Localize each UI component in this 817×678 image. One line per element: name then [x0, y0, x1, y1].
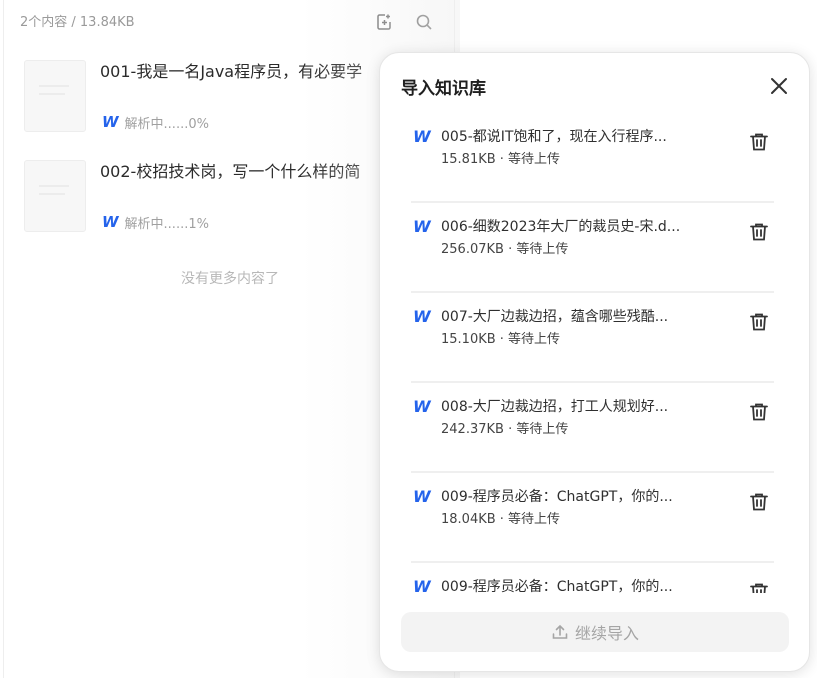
word-doc-icon: W: [413, 577, 431, 594]
file-status: W 解析中......0%: [102, 113, 209, 133]
upload-file-meta: 18.04KB · 等待上传: [441, 512, 561, 527]
upload-file-name: 005-都说IT饱和了，现在入行程序...: [441, 129, 667, 145]
upload-list[interactable]: W 005-都说IT饱和了，现在入行程序... 15.81KB · 等待上传 W…: [380, 113, 809, 593]
delete-icon[interactable]: [748, 581, 770, 593]
upload-file-meta: 15.10KB · 等待上传: [441, 332, 561, 347]
parse-progress: 解析中......1%: [124, 217, 209, 232]
close-icon[interactable]: [768, 75, 790, 97]
delete-icon[interactable]: [748, 221, 770, 243]
content-summary: 2个内容 / 13.84KB: [20, 15, 135, 30]
word-doc-icon: W: [413, 217, 431, 236]
word-doc-icon: W: [102, 113, 119, 131]
file-status: W 解析中......1%: [102, 213, 209, 233]
delete-icon[interactable]: [748, 491, 770, 513]
panel-title: 导入知识库: [401, 79, 486, 99]
upload-item: W 008-大厂边裁边招，打工人规划好... 242.37KB · 等待上传: [411, 383, 774, 473]
upload-file-name: 007-大厂边裁边招，蕴含哪些残酷...: [441, 309, 669, 325]
delete-icon[interactable]: [748, 401, 770, 423]
word-doc-icon: W: [102, 213, 119, 231]
divider: [3, 0, 4, 678]
upload-file-name: 009-程序员必备：ChatGPT，你的...: [441, 489, 673, 505]
upload-file-name: 008-大厂边裁边招，打工人规划好...: [441, 399, 669, 415]
file-thumbnail: [24, 60, 86, 132]
add-file-icon[interactable]: [374, 12, 394, 32]
delete-icon[interactable]: [748, 311, 770, 333]
search-icon[interactable]: [414, 12, 434, 32]
import-knowledge-base-panel: 导入知识库 W 005-都说IT饱和了，现在入行程序... 15.81KB · …: [379, 52, 810, 672]
upload-item: W 009-程序员必备：ChatGPT，你的... 18.04KB · 等待上传: [411, 473, 774, 563]
word-doc-icon: W: [413, 307, 431, 326]
upload-item: W 006-细数2023年大厂的裁员史-宋.d... 256.07KB · 等待…: [411, 203, 774, 293]
upload-item: W 007-大厂边裁边招，蕴含哪些残酷... 15.10KB · 等待上传: [411, 293, 774, 383]
upload-file-meta: 15.81KB · 等待上传: [441, 152, 561, 167]
delete-icon[interactable]: [748, 131, 770, 153]
upload-file-meta: 256.07KB · 等待上传: [441, 242, 569, 257]
upload-item: W 009-程序员必备：ChatGPT，你的...: [411, 563, 774, 593]
upload-icon: [552, 624, 568, 639]
parse-progress: 解析中......0%: [124, 117, 209, 132]
upload-file-meta: 242.37KB · 等待上传: [441, 422, 569, 437]
word-doc-icon: W: [413, 127, 431, 146]
word-doc-icon: W: [413, 487, 431, 506]
upload-file-name: 006-细数2023年大厂的裁员史-宋.d...: [441, 219, 681, 235]
upload-file-name: 009-程序员必备：ChatGPT，你的...: [441, 579, 673, 593]
upload-item: W 005-都说IT饱和了，现在入行程序... 15.81KB · 等待上传: [411, 113, 774, 203]
file-thumbnail: [24, 160, 86, 232]
continue-import-label: 继续导入: [574, 624, 639, 643]
continue-import-button[interactable]: 继续导入: [401, 612, 789, 652]
file-title: 002-校招技术岗，写一个什么样的简: [100, 162, 361, 181]
file-title: 001-我是一名Java程序员，有必要学: [100, 62, 363, 81]
word-doc-icon: W: [413, 397, 431, 416]
